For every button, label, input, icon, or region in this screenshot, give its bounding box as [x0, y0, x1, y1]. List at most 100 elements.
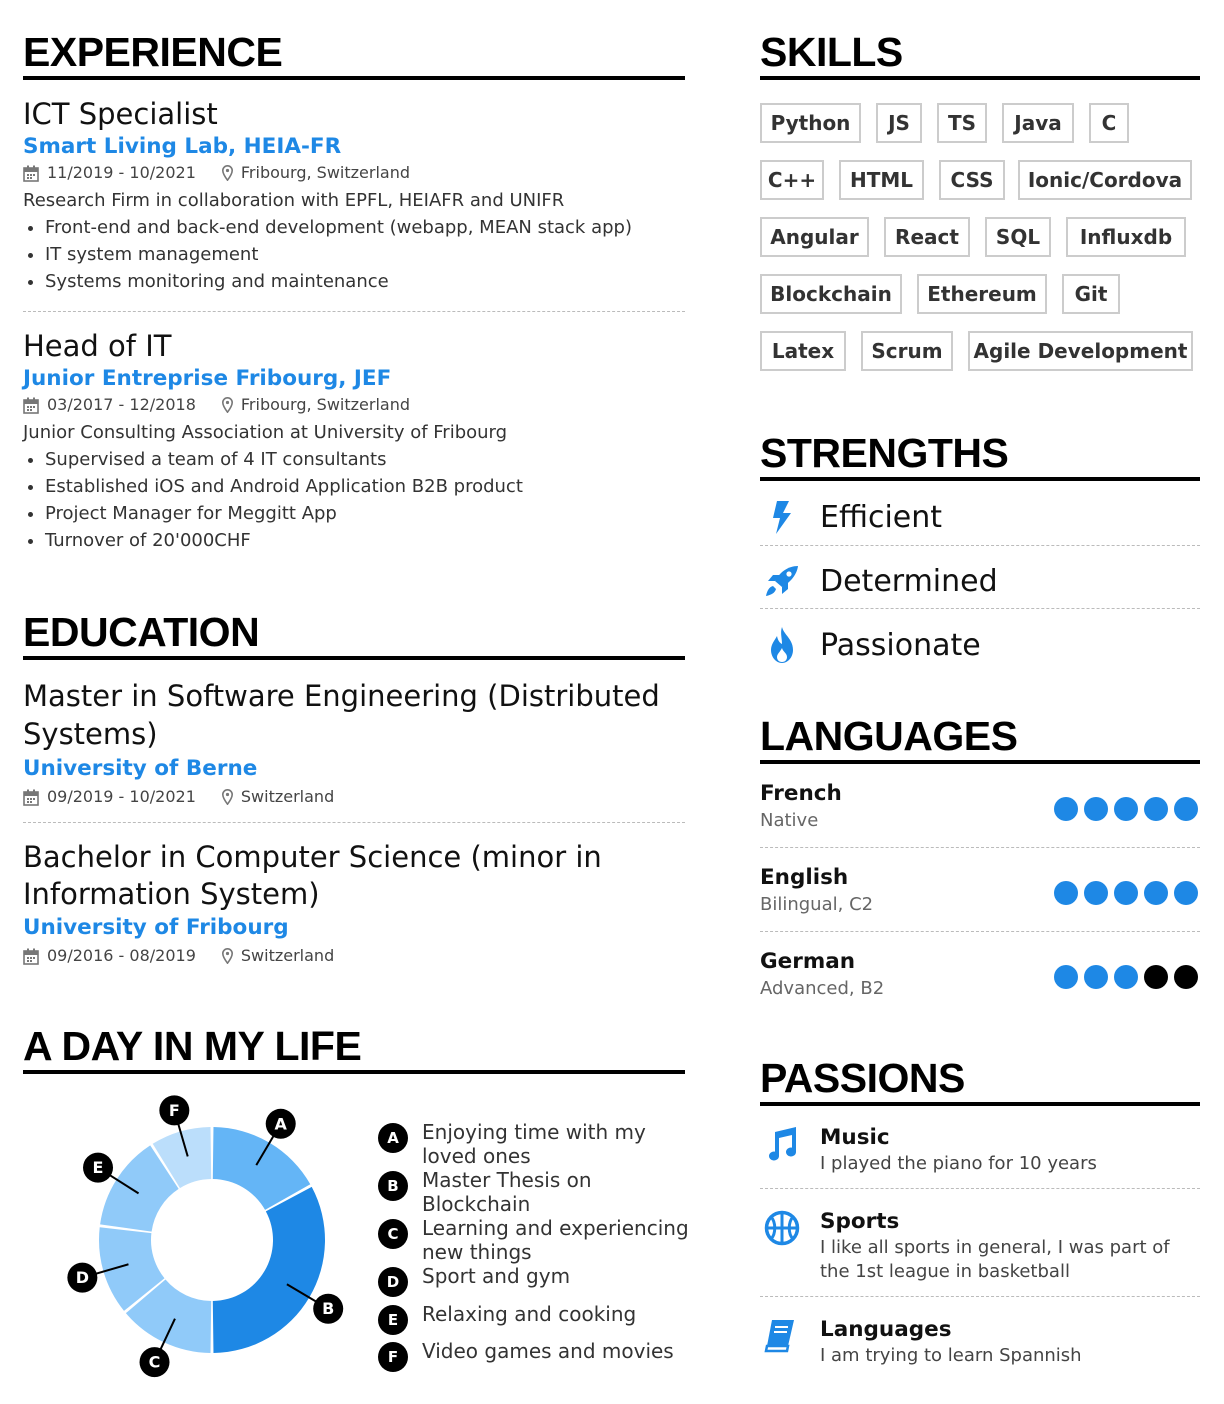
- passion-text: Music I played the piano for 10 years: [820, 1124, 1200, 1176]
- language-item: French Native: [760, 780, 1200, 840]
- rating-dot: [1144, 881, 1168, 905]
- skill-tag: Agile Development: [968, 331, 1193, 371]
- skill-tag: CSS: [939, 160, 1005, 200]
- skill-tag: Ionic/Cordova: [1018, 160, 1192, 200]
- legend-label: Master Thesis on Blockchain: [422, 1168, 592, 1216]
- job-location-wrap: Fribourg, Switzerland: [221, 394, 410, 416]
- divider: [760, 608, 1200, 609]
- skill-tag: Angular: [760, 217, 869, 257]
- donut-label: F: [169, 1101, 180, 1120]
- school-name[interactable]: University of Fribourg: [23, 914, 685, 942]
- skill-tag: Git: [1062, 274, 1120, 314]
- divider: [23, 822, 685, 823]
- education-dates: 09/2016 - 08/2019: [47, 946, 196, 965]
- strength-label: Passionate: [820, 627, 981, 663]
- strengths-heading: STRENGTHS: [760, 431, 1200, 481]
- map-pin-icon: [221, 789, 233, 805]
- job-bullet: Project Manager for Meggitt App: [45, 500, 685, 527]
- calendar-icon: [23, 948, 39, 965]
- rating-dot: [1114, 965, 1138, 989]
- language-item: English Bilingual, C2: [760, 864, 1200, 924]
- rating-dot: [1144, 965, 1168, 989]
- job-entry: ICT Specialist Smart Living Lab, HEIA-FR…: [23, 97, 685, 295]
- legend-label: Sport and gym: [422, 1264, 571, 1288]
- education-location: Switzerland: [240, 946, 335, 965]
- bolt-icon: [760, 499, 804, 535]
- legend-label: Relaxing and cooking: [422, 1302, 637, 1326]
- skill-tag: SQL: [985, 217, 1051, 257]
- divider: [23, 311, 685, 312]
- skill-tag: Python: [760, 103, 861, 143]
- education-meta: 09/2019 - 10/2021 Switzerland: [23, 786, 685, 808]
- job-meta: 03/2017 - 12/2018 Fribourg, Switzerland: [23, 394, 685, 416]
- language-rating: [1054, 965, 1198, 989]
- legend-badge: B: [378, 1171, 408, 1201]
- rocket-icon: [760, 564, 804, 598]
- day-in-life-donut-chart: A B C D E F: [67, 1095, 344, 1378]
- skill-tag: Scrum: [861, 331, 953, 371]
- strength-item: Efficient: [760, 485, 1200, 549]
- rating-dot: [1174, 797, 1198, 821]
- divider: [760, 1296, 1200, 1297]
- language-item: German Advanced, B2: [760, 948, 1200, 1008]
- calendar-icon: [23, 397, 39, 414]
- rating-dot: [1174, 965, 1198, 989]
- strength-item: Determined: [760, 549, 1200, 613]
- rating-dot: [1084, 965, 1108, 989]
- legend-badge: E: [378, 1305, 408, 1335]
- job-bullets: Front-end and back-end development (weba…: [23, 214, 685, 295]
- job-dates: 11/2019 - 10/2021: [47, 163, 196, 182]
- job-org[interactable]: Junior Entreprise Fribourg, JEF: [23, 365, 685, 393]
- legend-item: F Video games and movies: [378, 1339, 692, 1372]
- education-dates: 09/2019 - 10/2021: [47, 787, 196, 806]
- rating-dot: [1054, 797, 1078, 821]
- legend-badge: A: [378, 1123, 408, 1153]
- passion-item: Languages I am trying to learn Spannish: [760, 1316, 1200, 1368]
- calendar-icon: [23, 789, 39, 806]
- day-in-life-legend: A Enjoying time with my loved ones B Mas…: [378, 1120, 689, 1380]
- job-bullets: Supervised a team of 4 IT consultants Es…: [23, 446, 685, 554]
- book-icon: [764, 1318, 796, 1358]
- skill-tag: Blockchain: [760, 274, 902, 314]
- legend-item: E Relaxing and cooking: [378, 1302, 692, 1335]
- calendar-icon: [23, 165, 39, 182]
- job-org[interactable]: Smart Living Lab, HEIA-FR: [23, 133, 685, 161]
- rating-dot: [1114, 797, 1138, 821]
- job-bullet: Established iOS and Android Application …: [45, 473, 685, 500]
- legend-item: C Learning and experiencing new things: [378, 1216, 692, 1264]
- rating-dot: [1054, 881, 1078, 905]
- passion-desc: I played the piano for 10 years: [820, 1153, 1097, 1174]
- job-location: Fribourg, Switzerland: [240, 163, 410, 182]
- legend-label: Video games and movies: [422, 1339, 674, 1363]
- skills-tags: Python JS TS Java C C++ HTML CSS Ionic/C…: [760, 103, 1200, 373]
- experience-heading: EXPERIENCE: [23, 30, 685, 80]
- map-pin-icon: [221, 948, 233, 964]
- job-bullet: IT system management: [45, 241, 685, 268]
- strength-label: Efficient: [820, 499, 943, 535]
- passion-item: Sports I like all sports in general, I w…: [760, 1208, 1200, 1284]
- map-pin-icon: [221, 397, 233, 413]
- school-name[interactable]: University of Berne: [23, 755, 685, 783]
- job-bullet: Turnover of 20'000CHF: [45, 527, 685, 554]
- job-entry: Head of IT Junior Entreprise Fribourg, J…: [23, 329, 685, 554]
- job-meta: 11/2019 - 10/2021 Fribourg, Switzerland: [23, 162, 685, 184]
- passion-text: Languages I am trying to learn Spannish: [820, 1316, 1200, 1368]
- education-location-wrap: Switzerland: [221, 786, 335, 808]
- map-pin-icon: [221, 165, 233, 181]
- legend-label: Enjoying time with my loved ones: [422, 1120, 646, 1168]
- rating-dot: [1084, 797, 1108, 821]
- legend-badge: F: [378, 1342, 408, 1372]
- skill-tag: TS: [937, 103, 987, 143]
- legend-label: Learning and experiencing new things: [422, 1216, 689, 1264]
- skill-tag: React: [884, 217, 970, 257]
- strength-label: Determined: [820, 563, 998, 599]
- job-description: Research Firm in collaboration with EPFL…: [23, 190, 565, 211]
- donut-label: C: [149, 1353, 161, 1372]
- donut-label: D: [76, 1268, 89, 1287]
- basketball-icon: [764, 1210, 800, 1250]
- education-location-wrap: Switzerland: [221, 945, 335, 967]
- donut-slice-b: [212, 1186, 325, 1353]
- job-bullet: Supervised a team of 4 IT consultants: [45, 446, 685, 473]
- education-location: Switzerland: [240, 787, 335, 806]
- language-rating: [1054, 797, 1198, 821]
